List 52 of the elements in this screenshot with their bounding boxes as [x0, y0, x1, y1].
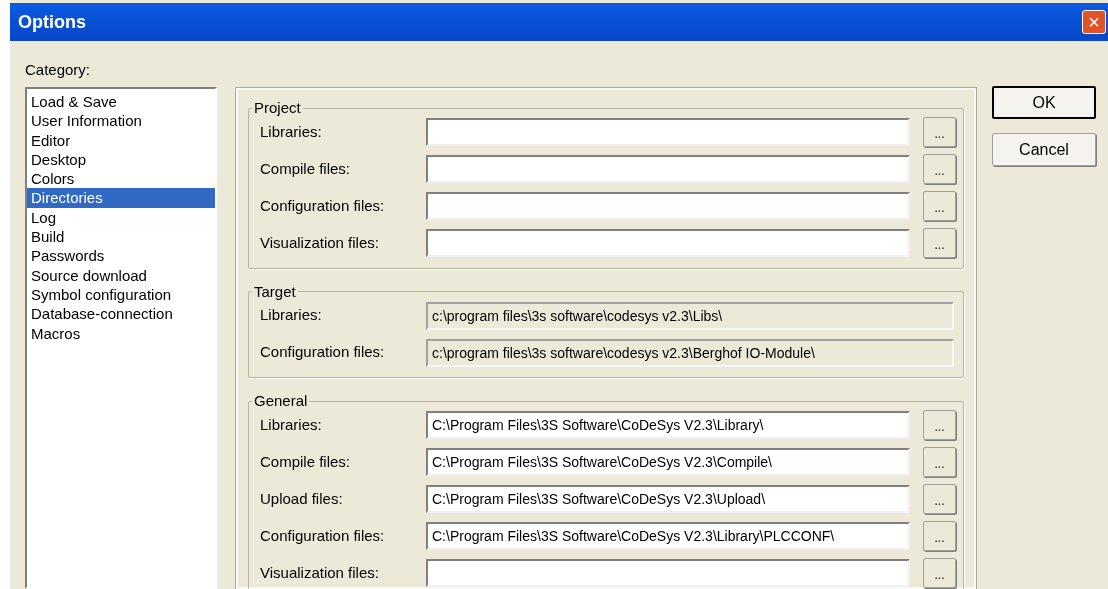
field-label: Visualization files: [260, 562, 380, 583]
category-label: Category: [25, 60, 92, 80]
browse-button[interactable]: ... [923, 117, 956, 147]
category-item[interactable]: User Information [27, 111, 215, 131]
category-item[interactable]: Source download [27, 265, 215, 285]
path-field[interactable] [426, 118, 910, 146]
browse-button[interactable]: ... [923, 191, 956, 221]
category-item[interactable]: Log [27, 207, 215, 228]
field-label: Configuration files: [260, 525, 386, 546]
category-item[interactable]: Passwords [27, 246, 215, 266]
category-item[interactable]: Load & Save [27, 92, 215, 112]
field-label: Configuration files: [260, 195, 386, 216]
group-title: Target [253, 281, 297, 302]
path-field[interactable]: C:\Program Files\3S Software\CoDeSys V2.3\Library\PLCCONF\ [426, 522, 910, 550]
browse-button[interactable]: ... [923, 154, 956, 184]
category-item[interactable]: Directories [27, 188, 215, 208]
field-label: Configuration files: [260, 342, 386, 363]
category-item[interactable]: Build [27, 227, 215, 247]
category-item[interactable]: Editor [27, 130, 215, 150]
browse-button[interactable]: ... [923, 410, 956, 440]
path-field[interactable]: C:\Program Files\3S Software\CoDeSys V2.3\Compile\ [426, 448, 910, 476]
browse-button[interactable]: ... [923, 521, 956, 551]
category-item[interactable]: Macros [27, 323, 215, 343]
path-field[interactable]: C:\Program Files\3S Software\CoDeSys V2.3\Upload\ [426, 485, 910, 513]
path-field[interactable] [426, 559, 910, 587]
field-label: Upload files: [260, 488, 344, 509]
dialog-button[interactable]: Cancel [992, 133, 1096, 166]
path-field[interactable]: c:\program files\3s software\codesys v2.3\Berghof IO-Module\ [426, 338, 954, 367]
path-field[interactable] [426, 192, 910, 220]
browse-button[interactable]: ... [923, 228, 956, 258]
category-item[interactable]: Desktop [27, 149, 215, 170]
browse-button[interactable]: ... [923, 484, 956, 514]
path-field[interactable] [426, 229, 910, 257]
category-item[interactable]: Symbol configuration [27, 284, 215, 305]
browse-button[interactable]: ... [923, 558, 956, 588]
path-field[interactable]: C:\Program Files\3S Software\CoDeSys V2.3\Library\ [426, 411, 910, 439]
category-item[interactable]: Database-connection [27, 304, 215, 324]
category-item[interactable]: Colors [27, 169, 215, 189]
path-field[interactable] [426, 155, 910, 183]
group-title: Project [253, 98, 302, 118]
field-label: Compile files: [260, 158, 352, 179]
group-title: General [253, 391, 309, 411]
field-label: Libraries: [260, 414, 323, 435]
close-button[interactable]: × [1082, 10, 1106, 34]
field-label: Libraries: [260, 305, 323, 326]
window-title: Options [18, 10, 86, 34]
browse-button[interactable]: ... [923, 447, 956, 477]
dialog-button[interactable]: OK [992, 86, 1096, 119]
path-field[interactable]: c:\program files\3s software\codesys v2.3\Libs\ [426, 301, 954, 330]
field-label: Visualization files: [260, 232, 380, 253]
field-label: Compile files: [260, 451, 352, 472]
field-label: Libraries: [260, 121, 323, 142]
